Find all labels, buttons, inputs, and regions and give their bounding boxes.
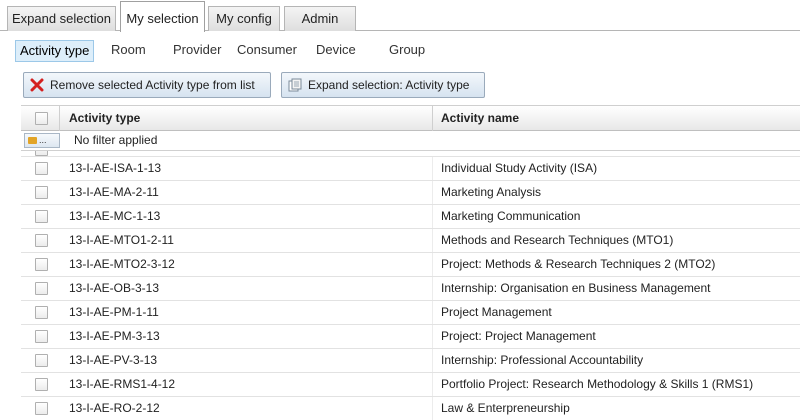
row-checkbox[interactable] (35, 210, 48, 223)
activity-type-cell: 13-I-AE-ISA-1-13 (69, 161, 162, 175)
activity-name-cell: Project Management (441, 305, 552, 319)
activity-name-cell: Methods and Research Techniques (MTO1) (441, 233, 674, 247)
row-checkbox[interactable] (35, 306, 48, 319)
activity-type-cell: 13-I-AE-PV-3-13 (69, 353, 158, 367)
table-row[interactable]: 13-I-AE-PM-3-13 Project: Project Manageme… (21, 325, 800, 349)
activity-type-cell: 13-I-AE-PM-1-11 (69, 305, 159, 319)
activity-type-cell: 13-I-AE-MC-1-13 (69, 209, 161, 223)
row-checkbox[interactable] (35, 186, 48, 199)
column-header-activity-name[interactable]: Activity name (441, 106, 519, 131)
row-checkbox[interactable] (35, 258, 48, 271)
activity-name-cell: Portfolio Project: Research Methodology … (441, 377, 754, 391)
document-icon (288, 78, 302, 92)
select-all-checkbox[interactable] (35, 112, 48, 125)
column-divider (432, 277, 433, 300)
row-checkbox[interactable] (35, 354, 48, 367)
activity-type-cell: 13-I-AE-MTO2-3-12 (69, 257, 175, 271)
table-row[interactable]: 13-I-AE-ISA-1-13 Individual Study Activit… (21, 157, 800, 181)
row-checkbox[interactable] (35, 402, 48, 415)
table-row[interactable]: 13-I-AE-MTO2-3-12 Project: Methods & Rese… (21, 253, 800, 277)
column-divider (432, 253, 433, 276)
table-row[interactable]: 13-I-AE-RMS1-4-12 Portfolio Project: Rese… (21, 373, 800, 397)
filter-icon (28, 137, 37, 144)
row-checkbox[interactable] (35, 234, 48, 247)
expand-selection-button[interactable]: Expand selection: Activity type (281, 72, 485, 98)
subnav-group[interactable]: Group (385, 40, 429, 62)
tab-expand-selection[interactable]: Expand selection (7, 6, 116, 31)
activity-name-cell: Law & Enterpreneurship (441, 401, 570, 415)
activity-type-cell: 13-I-AE-MA-2-11 (69, 185, 159, 199)
subnav-consumer[interactable]: Consumer (233, 40, 301, 62)
activity-name-cell: Marketing Analysis (441, 185, 542, 199)
activity-name-cell: Individual Study Activity (ISA) (441, 161, 598, 175)
grid-header: Activity type Activity name (21, 105, 800, 131)
activity-name-cell: Internship: Professional Accountability (441, 353, 644, 367)
category-nav: Activity type Room Provider Consumer Dev… (0, 38, 800, 62)
table-row[interactable]: 13-I-AE-MA-2-11 Marketing Analysis (21, 181, 800, 205)
activity-type-cell: 13-I-AE-MTO1-2-11 (69, 233, 174, 247)
row-checkbox[interactable] (35, 151, 48, 156)
activity-type-cell: 13-I-AE-OB-3-13 (69, 281, 160, 295)
toolbar: Remove selected Activity type from list … (0, 72, 800, 98)
subnav-room[interactable]: Room (107, 40, 150, 62)
table-row[interactable]: 13-I-AE-RO-2-12 Law & Enterpreneurship (21, 397, 800, 420)
row-checkbox[interactable] (35, 330, 48, 343)
subnav-device[interactable]: Device (312, 40, 360, 62)
table-row[interactable]: 13-I-AE-MC-1-13 Marketing Communication (21, 205, 800, 229)
tab-my-selection[interactable]: My selection (120, 1, 205, 32)
activity-type-cell: 13-I-AE-RO-2-12 (69, 401, 160, 415)
column-divider (432, 229, 433, 252)
column-divider (432, 373, 433, 396)
red-x-icon (30, 78, 44, 92)
top-tab-bar: Expand selection My selection My config … (0, 0, 800, 32)
subnav-activity-type[interactable]: Activity type (15, 40, 95, 62)
activity-type-cell: 13-I-AE-PM-3-13 (69, 329, 160, 343)
column-divider (432, 301, 433, 324)
column-divider (432, 181, 433, 204)
column-divider (432, 205, 433, 228)
remove-selected-button[interactable]: Remove selected Activity type from list (23, 72, 271, 98)
column-header-activity-type[interactable]: Activity type (69, 106, 140, 131)
filter-status: No filter applied (74, 133, 158, 147)
activity-grid: Activity type Activity name ... No filte… (21, 105, 800, 420)
column-divider (432, 325, 433, 348)
row-checkbox[interactable] (35, 162, 48, 175)
activity-name-cell: Internship: Organisation en Business Man… (441, 281, 711, 295)
filter-button[interactable]: ... (24, 133, 60, 148)
activity-name-cell: Project: Project Management (441, 329, 596, 343)
column-separator (432, 106, 433, 131)
subnav-provider[interactable]: Provider (169, 40, 225, 62)
column-divider (432, 349, 433, 372)
table-row[interactable]: 13-I-AE-OB-3-13 Internship: Organisation … (21, 277, 800, 301)
tab-my-config[interactable]: My config (208, 6, 280, 31)
remove-selected-label: Remove selected Activity type from list (50, 78, 255, 92)
table-row[interactable]: 13-I-AE-PV-3-13 Internship: Professional … (21, 349, 800, 373)
activity-name-cell: Project: Methods & Research Techniques 2… (441, 257, 716, 271)
column-divider (432, 157, 433, 180)
activity-type-cell: 13-I-AE-RMS1-4-12 (69, 377, 176, 391)
tab-admin[interactable]: Admin (284, 6, 356, 31)
column-divider (432, 397, 433, 420)
row-checkbox[interactable] (35, 378, 48, 391)
row-checkbox[interactable] (35, 282, 48, 295)
table-row[interactable]: 13-I-AE-MTO1-2-11 Methods and Research Te… (21, 229, 800, 253)
expand-selection-label: Expand selection: Activity type (308, 78, 470, 92)
filter-button-label: ... (39, 135, 47, 145)
table-row[interactable]: 13-I-AE-PM-1-11 Project Management (21, 301, 800, 325)
filter-row: ... No filter applied (21, 131, 800, 151)
activity-name-cell: Marketing Communication (441, 209, 581, 223)
column-separator (59, 106, 60, 131)
